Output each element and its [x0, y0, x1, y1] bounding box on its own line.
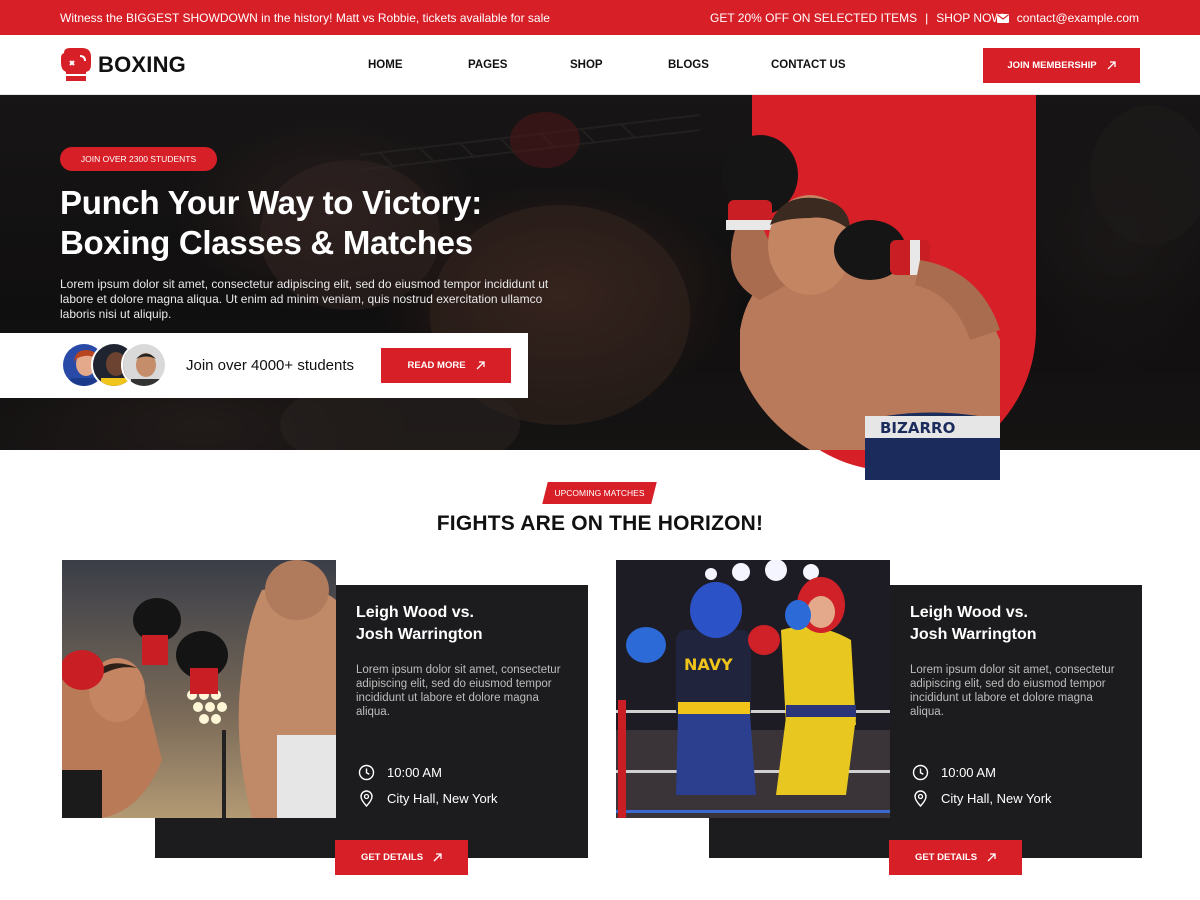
get-details-button[interactable]: GET DETAILS [335, 840, 468, 875]
nav-home[interactable]: HOME [368, 59, 403, 71]
match-title-line1: Leigh Wood vs. [910, 604, 1028, 621]
promo-text: GET 20% OFF ON SELECTED ITEMS [710, 11, 918, 25]
logo[interactable]: BOXING [60, 47, 186, 83]
match-location: City Hall, New York [358, 790, 498, 807]
logo-text: BOXING [98, 52, 186, 77]
shop-now-link[interactable]: SHOP NOW [936, 11, 1002, 25]
match-title: Leigh Wood vs. Josh Warrington [356, 602, 483, 646]
match-location-text: City Hall, New York [387, 791, 498, 806]
shorts-text: BIZARRO [880, 419, 955, 437]
match-image [62, 560, 336, 818]
avatar [121, 342, 167, 388]
map-pin-icon [914, 790, 927, 807]
nav-shop[interactable]: SHOP [570, 59, 603, 71]
get-details-label: GET DETAILS [914, 852, 978, 863]
match-time-text: 10:00 AM [941, 765, 996, 780]
get-details-label: GET DETAILS [360, 852, 424, 863]
arrow-up-right-icon [476, 361, 485, 370]
join-membership-label: JOIN MEMBERSHIP [1007, 60, 1097, 71]
match-time: 10:00 AM [912, 764, 996, 781]
match-image: NAVY [616, 560, 890, 818]
nav-contact-us[interactable]: CONTACT US [771, 59, 846, 71]
clock-icon [358, 764, 375, 781]
hero-description: Lorem ipsum dolor sit amet, consectetur … [60, 277, 549, 321]
match-time: 10:00 AM [358, 764, 442, 781]
arrow-up-right-icon [1107, 61, 1116, 70]
student-avatars [61, 342, 171, 390]
match-title-line2: Josh Warrington [356, 626, 483, 643]
boxing-glove-icon [61, 48, 91, 81]
get-details-button[interactable]: GET DETAILS [889, 840, 1022, 875]
nav-pages[interactable]: PAGES [468, 59, 507, 71]
match-description: Lorem ipsum dolor sit amet, consectetur … [910, 664, 1115, 718]
promo-area: GET 20% OFF ON SELECTED ITEMS | SHOP NOW [710, 11, 1003, 25]
clock-icon [912, 764, 929, 781]
join-membership-button[interactable]: JOIN MEMBERSHIP [983, 48, 1140, 83]
contact-email-link[interactable]: contact@example.com [996, 11, 1139, 25]
arrow-up-right-icon [987, 853, 996, 862]
match-title: Leigh Wood vs. Josh Warrington [910, 602, 1037, 646]
match-title-line2: Josh Warrington [910, 626, 1037, 643]
read-more-label: READ MORE [407, 360, 466, 371]
contact-email: contact@example.com [1016, 11, 1139, 25]
join-strip: Join over 4000+ students READ MORE [0, 333, 528, 398]
hero-badge: JOIN OVER 2300 STUDENTS [60, 147, 217, 171]
read-more-button[interactable]: READ MORE [381, 348, 511, 383]
section-tag: UPCOMING MATCHES [554, 488, 645, 498]
hero-boxer-image: BIZARRO [722, 135, 1000, 480]
announcement-text: Witness the BIGGEST SHOWDOWN in the hist… [60, 11, 550, 25]
nav-blogs[interactable]: BLOGS [668, 59, 709, 71]
jersey-text: NAVY [684, 655, 733, 674]
match-time-text: 10:00 AM [387, 765, 442, 780]
mail-icon [996, 13, 1009, 23]
match-description: Lorem ipsum dolor sit amet, consectetur … [356, 664, 561, 718]
join-students-text: Join over 4000+ students [186, 357, 355, 374]
map-pin-icon [360, 790, 373, 807]
hero-title: Punch Your Way to Victory: Boxing Classe… [60, 184, 482, 261]
match-location-text: City Hall, New York [941, 791, 1052, 806]
match-location: City Hall, New York [912, 790, 1052, 807]
site-header: BOXING HOME PAGES SHOP BLOGS CONTACT US … [0, 35, 1200, 95]
top-announcement-bar: Witness the BIGGEST SHOWDOWN in the hist… [0, 0, 1200, 35]
section-title: FIGHTS ARE ON THE HORIZON! [436, 512, 764, 535]
arrow-up-right-icon [433, 853, 442, 862]
promo-separator: | [925, 11, 929, 25]
match-title-line1: Leigh Wood vs. [356, 604, 474, 621]
